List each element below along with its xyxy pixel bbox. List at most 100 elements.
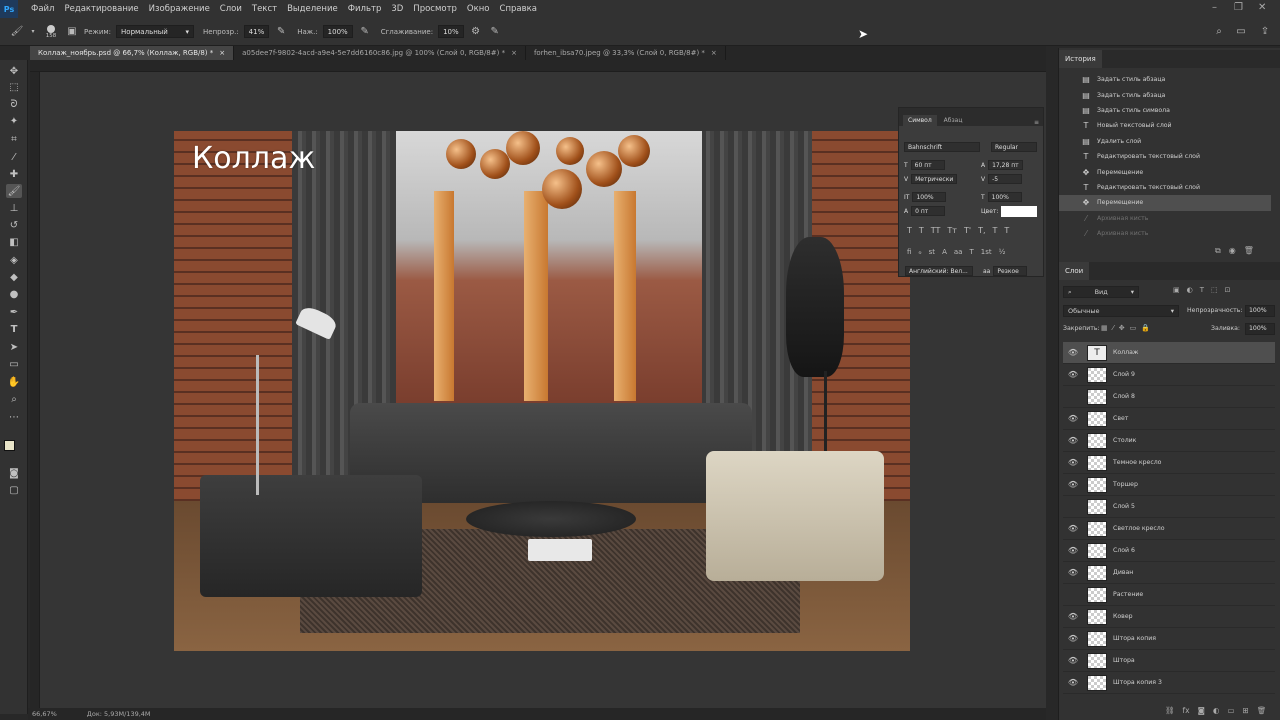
lock-pixels-icon[interactable]: ⁄ bbox=[1113, 324, 1114, 332]
swash-icon[interactable]: A bbox=[942, 248, 947, 256]
faux-italic-icon[interactable]: T bbox=[919, 226, 924, 235]
history-item[interactable]: ✥ Перемещение bbox=[1059, 164, 1271, 179]
layer-row[interactable]: 👁 Ковер bbox=[1063, 606, 1275, 628]
ligature-icon[interactable]: fi bbox=[907, 248, 911, 256]
eye-icon[interactable]: 👁 bbox=[1065, 656, 1081, 665]
faux-bold-icon[interactable]: T bbox=[907, 226, 912, 235]
new-document-from-state-icon[interactable]: ⧉ bbox=[1215, 246, 1221, 256]
magic-wand-tool-icon[interactable]: ✦ bbox=[6, 114, 22, 128]
eyedropper-tool-icon[interactable]: ⁄ bbox=[6, 150, 22, 164]
menu-edit[interactable]: Редактирование bbox=[59, 4, 143, 14]
collage-title-text[interactable]: Коллаж bbox=[192, 141, 315, 176]
layer-row[interactable]: 👁 Диван bbox=[1063, 562, 1275, 584]
new-layer-icon[interactable]: ⊞ bbox=[1243, 706, 1249, 715]
baseline-shift-field[interactable]: 0 пт bbox=[911, 206, 946, 216]
menu-layers[interactable]: Слои bbox=[215, 4, 247, 14]
blur-tool-icon[interactable]: ◆ bbox=[6, 270, 22, 284]
history-brush-tool-icon[interactable]: ↺ bbox=[6, 218, 22, 232]
healing-brush-tool-icon[interactable]: ✚ bbox=[6, 167, 22, 181]
eye-icon[interactable]: 👁 bbox=[1065, 348, 1081, 357]
ordinal-icon[interactable]: 1st bbox=[981, 248, 992, 256]
lasso-tool-icon[interactable]: ᘐ bbox=[6, 97, 22, 111]
search-icon[interactable]: ⌕ bbox=[1212, 25, 1226, 39]
adjustment-layer-icon[interactable]: ◐ bbox=[1213, 706, 1220, 715]
history-item[interactable]: ▤ Задать стиль абзаца bbox=[1059, 72, 1271, 87]
eye-icon[interactable]: 👁 bbox=[1065, 546, 1081, 555]
layer-row[interactable]: Растение bbox=[1063, 584, 1275, 606]
layer-row[interactable]: 👁 Торшер bbox=[1063, 474, 1275, 496]
menu-window[interactable]: Окно bbox=[462, 4, 495, 14]
layer-filter-select[interactable]: ⌕ Вид ▾ bbox=[1063, 286, 1139, 298]
vertical-scale-field[interactable]: 100% bbox=[912, 192, 947, 202]
eye-icon[interactable]: 👁 bbox=[1065, 414, 1081, 423]
history-item[interactable]: T Редактировать текстовый слой bbox=[1059, 149, 1271, 164]
layer-row[interactable]: 👁 Штора копия 3 bbox=[1063, 672, 1275, 694]
eye-icon[interactable]: 👁 bbox=[1065, 436, 1081, 445]
menu-select[interactable]: Выделение bbox=[282, 4, 343, 14]
close-icon[interactable]: ✕ bbox=[1258, 2, 1266, 13]
eye-icon[interactable]: 👁 bbox=[1065, 480, 1081, 489]
tab-document-1[interactable]: Коллаж_ноябрь.psd @ 66,7% (Коллаж, RGB/8… bbox=[30, 46, 235, 60]
layer-row[interactable]: 👁 Темное кресло bbox=[1063, 452, 1275, 474]
menu-3d[interactable]: 3D bbox=[386, 4, 408, 14]
discretionary-ligature-icon[interactable]: st bbox=[929, 248, 935, 256]
trash-icon[interactable]: 🗑 bbox=[1257, 706, 1267, 715]
opacity-field[interactable]: 41% bbox=[243, 25, 270, 38]
font-size-field[interactable]: 60 пт bbox=[910, 160, 945, 170]
contextual-alt-icon[interactable]: ℴ bbox=[918, 248, 921, 256]
tracking-field[interactable]: -5 bbox=[988, 174, 1023, 184]
close-icon[interactable]: × bbox=[511, 49, 517, 57]
eye-icon[interactable]: 👁 bbox=[1065, 678, 1081, 687]
fraction-icon[interactable]: ½ bbox=[999, 248, 1006, 256]
strikethrough-icon[interactable]: T bbox=[1004, 226, 1009, 235]
rectangle-tool-icon[interactable]: ▭ bbox=[6, 357, 22, 371]
pressure-field[interactable]: 100% bbox=[322, 25, 353, 38]
smart-object-filter-icon[interactable]: ⊡ bbox=[1225, 286, 1231, 294]
pressure-opacity-icon[interactable]: ✎ bbox=[274, 25, 288, 39]
history-item[interactable]: ▤ Удалить слой bbox=[1059, 134, 1271, 149]
eye-icon[interactable]: 👁 bbox=[1065, 612, 1081, 621]
hand-tool-icon[interactable]: ✋ bbox=[6, 375, 22, 389]
text-color-swatch[interactable] bbox=[1001, 206, 1038, 217]
tab-history[interactable]: История bbox=[1059, 50, 1102, 68]
menu-image[interactable]: Изображение bbox=[144, 4, 215, 14]
lock-all-icon[interactable]: 🔒 bbox=[1141, 324, 1150, 332]
layer-opacity-field[interactable]: 100% bbox=[1245, 305, 1275, 317]
menu-help[interactable]: Справка bbox=[495, 4, 542, 14]
add-mask-icon[interactable]: ◙ bbox=[1198, 706, 1205, 715]
kerning-field[interactable]: Метрически bbox=[911, 174, 958, 184]
type-tool-icon[interactable]: T bbox=[6, 322, 22, 336]
history-item[interactable]: T Редактировать текстовый слой bbox=[1059, 180, 1271, 195]
layer-row[interactable]: 👁 Светлое кресло bbox=[1063, 518, 1275, 540]
brush-size-picker[interactable]: 158 bbox=[42, 24, 60, 39]
adjustment-filter-icon[interactable]: ◐ bbox=[1187, 286, 1193, 294]
font-family-select[interactable]: Bahnschrift bbox=[904, 142, 980, 152]
pen-tool-icon[interactable]: ✒ bbox=[6, 305, 22, 319]
zoom-level[interactable]: 66,67% bbox=[32, 710, 57, 718]
clone-stamp-tool-icon[interactable]: ⊥ bbox=[6, 201, 22, 215]
history-item[interactable]: ▤ Задать стиль символа bbox=[1059, 103, 1271, 118]
eye-icon[interactable]: 👁 bbox=[1065, 634, 1081, 643]
history-item-selected[interactable]: ✥ Перемещение bbox=[1059, 195, 1271, 211]
foreground-color-swatch[interactable] bbox=[4, 440, 15, 451]
brush-settings-icon[interactable]: ▣ bbox=[65, 25, 79, 39]
more-tools-icon[interactable]: ⋯ bbox=[6, 410, 22, 424]
eye-icon[interactable]: 👁 bbox=[1065, 458, 1081, 467]
small-caps-icon[interactable]: Tт bbox=[947, 226, 957, 235]
restore-icon[interactable]: ❐ bbox=[1234, 2, 1243, 13]
underline-icon[interactable]: T bbox=[993, 226, 998, 235]
layer-row[interactable]: Слой 8 bbox=[1063, 386, 1275, 408]
layer-row[interactable]: 👁 Свет bbox=[1063, 408, 1275, 430]
language-select[interactable]: Английский: Вел... bbox=[905, 266, 973, 276]
superscript-icon[interactable]: T' bbox=[964, 226, 971, 235]
eye-icon[interactable]: 👁 bbox=[1065, 524, 1081, 533]
trash-icon[interactable]: 🗑 bbox=[1244, 246, 1254, 256]
smoothing-field[interactable]: 10% bbox=[438, 25, 464, 38]
menu-view[interactable]: Просмотр bbox=[408, 4, 462, 14]
history-item[interactable]: ⁄ Архивная кисть bbox=[1059, 211, 1271, 226]
horizontal-scale-field[interactable]: 100% bbox=[987, 192, 1022, 202]
share-icon[interactable]: ⇪ bbox=[1258, 25, 1272, 39]
shape-filter-icon[interactable]: ⬚ bbox=[1211, 286, 1218, 294]
eraser-tool-icon[interactable]: ◧ bbox=[6, 235, 22, 249]
subscript-icon[interactable]: T, bbox=[978, 226, 985, 235]
